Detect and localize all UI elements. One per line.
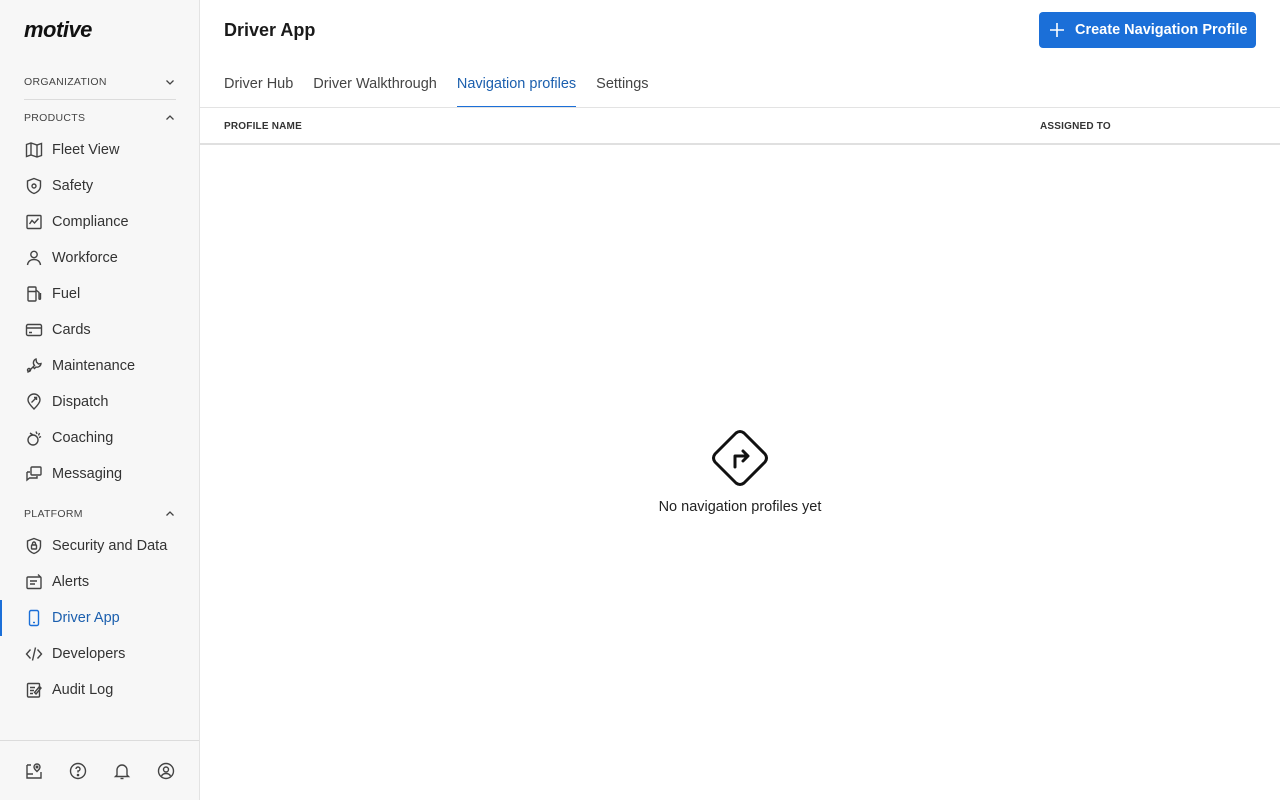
sidebar-item-label: Fleet View: [52, 142, 120, 158]
tab-driver-hub[interactable]: Driver Hub: [224, 62, 293, 108]
create-navigation-profile-label: Create Navigation Profile: [1075, 22, 1248, 38]
sidebar-item-label: Fuel: [52, 286, 81, 302]
sidebar-item-label: Messaging: [52, 466, 123, 482]
lock-shield-icon: [24, 536, 44, 556]
help-icon[interactable]: [68, 761, 88, 781]
sidebar-item-label: Coaching: [52, 430, 114, 446]
sidebar-item-label: Driver App: [52, 610, 120, 626]
sidebar-item-dispatch[interactable]: Dispatch: [0, 384, 199, 420]
page-title: Driver App: [224, 20, 316, 40]
section-organization[interactable]: ORGANIZATION: [24, 70, 176, 94]
sidebar-item-maintenance[interactable]: Maintenance: [0, 348, 199, 384]
alerts-icon: [24, 572, 44, 592]
sidebar-item-fleet-view[interactable]: Fleet View: [0, 132, 199, 168]
sidebar-item-label: Security and Data: [52, 538, 168, 554]
map-icon: [24, 140, 44, 160]
sidebar-item-safety[interactable]: Safety: [0, 168, 199, 204]
sidebar-footer: [0, 740, 199, 800]
main-content: Driver App Create Navigation Profile Dri…: [200, 0, 1280, 800]
sidebar-item-label: Cards: [52, 322, 91, 338]
user-circle-icon[interactable]: [156, 761, 176, 781]
sidebar-item-label: Alerts: [52, 574, 90, 590]
empty-state-message: No navigation profiles yet: [658, 499, 822, 515]
sidebar-item-audit-log[interactable]: Audit Log: [0, 672, 199, 708]
sidebar-item-label: Workforce: [52, 250, 118, 266]
sidebar-item-developers[interactable]: Developers: [0, 636, 199, 672]
divider: [24, 99, 176, 100]
sidebar-item-label: Dispatch: [52, 394, 109, 410]
sidebar-item-label: Compliance: [52, 214, 129, 230]
shield-icon: [24, 176, 44, 196]
map-pin-book-icon[interactable]: [24, 761, 44, 781]
chevron-down-icon: [164, 76, 176, 88]
code-icon: [24, 644, 44, 664]
wrench-icon: [24, 356, 44, 376]
sidebar-item-messaging[interactable]: Messaging: [0, 456, 199, 492]
column-profile-name[interactable]: PROFILE NAME: [224, 121, 302, 132]
plus-icon: [1049, 22, 1065, 38]
bell-icon[interactable]: [112, 761, 132, 781]
sidebar-item-label: Developers: [52, 646, 126, 662]
turn-right-sign-icon: [711, 429, 769, 487]
column-assigned-to[interactable]: ASSIGNED TO: [1040, 121, 1111, 132]
sidebar: motive ORGANIZATION PRODUCTS Fleet View …: [0, 0, 200, 800]
sidebar-item-compliance[interactable]: Compliance: [0, 204, 199, 240]
sidebar-item-coaching[interactable]: Coaching: [0, 420, 199, 456]
section-products[interactable]: PRODUCTS: [24, 106, 176, 130]
sidebar-item-driver-app[interactable]: Driver App: [0, 600, 199, 636]
compliance-icon: [24, 212, 44, 232]
sidebar-item-alerts[interactable]: Alerts: [0, 564, 199, 600]
create-navigation-profile-button[interactable]: Create Navigation Profile: [1039, 12, 1256, 48]
dispatch-icon: [24, 392, 44, 412]
sidebar-item-security-and-data[interactable]: Security and Data: [0, 528, 199, 564]
tab-bar: Driver Hub Driver Walkthrough Navigation…: [224, 62, 669, 108]
tab-navigation-profiles[interactable]: Navigation profiles: [456, 62, 577, 108]
sidebar-item-label: Audit Log: [52, 682, 114, 698]
person-icon: [24, 248, 44, 268]
sidebar-item-label: Safety: [52, 178, 94, 194]
messaging-icon: [24, 464, 44, 484]
motive-logo[interactable]: motive: [24, 17, 92, 43]
audit-log-icon: [24, 680, 44, 700]
sidebar-item-fuel[interactable]: Fuel: [0, 276, 199, 312]
tab-driver-walkthrough[interactable]: Driver Walkthrough: [313, 62, 437, 108]
section-platform-label: PLATFORM: [24, 508, 83, 520]
sidebar-item-label: Maintenance: [52, 358, 136, 374]
table-header: PROFILE NAME ASSIGNED TO: [200, 108, 1280, 145]
tab-settings[interactable]: Settings: [596, 62, 648, 108]
chevron-up-icon: [164, 508, 176, 520]
section-platform[interactable]: PLATFORM: [24, 502, 176, 526]
coaching-icon: [24, 428, 44, 448]
chevron-up-icon: [164, 112, 176, 124]
section-products-label: PRODUCTS: [24, 112, 86, 124]
phone-icon: [24, 608, 44, 628]
sidebar-item-cards[interactable]: Cards: [0, 312, 199, 348]
fuel-icon: [24, 284, 44, 304]
section-organization-label: ORGANIZATION: [24, 76, 107, 88]
card-icon: [24, 320, 44, 340]
sidebar-item-workforce[interactable]: Workforce: [0, 240, 199, 276]
